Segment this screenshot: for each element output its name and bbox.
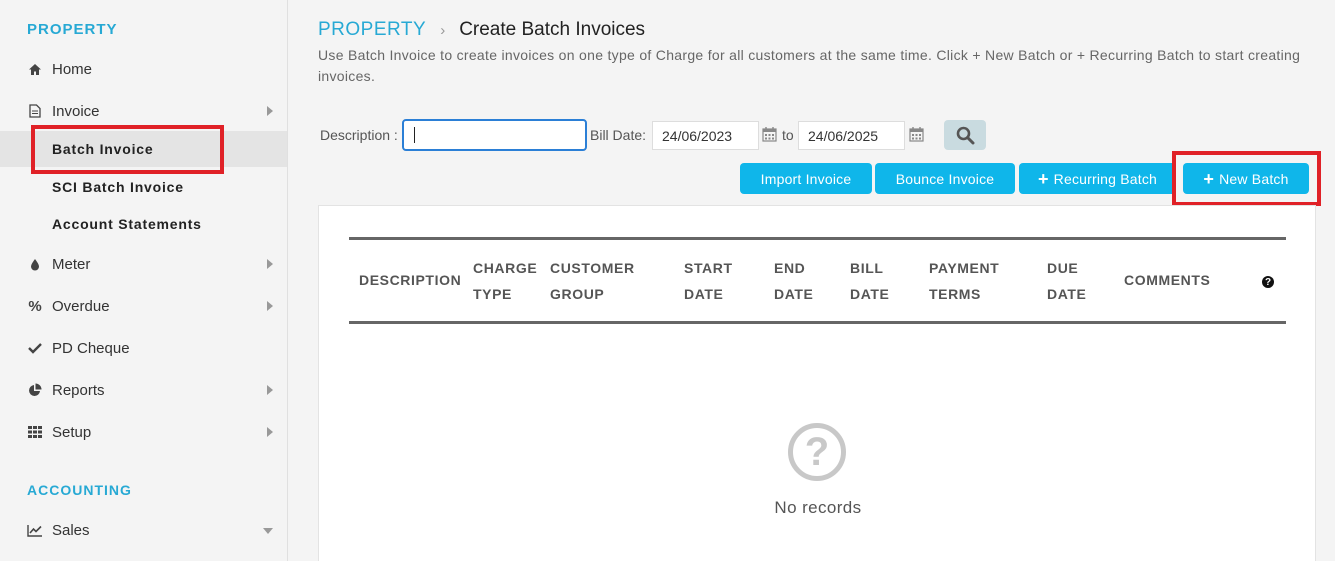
sidebar-item-label: Overdue bbox=[52, 297, 110, 315]
sidebar-item-home[interactable]: Home bbox=[0, 49, 287, 89]
description-label: Description : bbox=[320, 127, 398, 143]
sidebar-subitem-account-statements[interactable]: Account Statements bbox=[0, 206, 287, 242]
sidebar-item-label: Invoice bbox=[52, 102, 100, 120]
sidebar-item-pd-cheque[interactable]: PD Cheque bbox=[0, 328, 287, 368]
sidebar-subitem-batch-invoice[interactable]: Batch Invoice bbox=[0, 131, 287, 167]
drop-icon bbox=[26, 258, 44, 271]
check-icon bbox=[26, 342, 44, 354]
sidebar-item-overdue[interactable]: % Overdue bbox=[0, 286, 287, 326]
sidebar-item-label: Home bbox=[52, 60, 93, 78]
chevron-right-icon bbox=[267, 259, 273, 269]
sidebar-item-reports[interactable]: Reports bbox=[0, 370, 287, 410]
recurring-batch-button[interactable]: + Recurring Batch bbox=[1019, 163, 1176, 194]
chevron-right-icon bbox=[267, 385, 273, 395]
button-label: Recurring Batch bbox=[1053, 170, 1158, 187]
breadcrumb-root[interactable]: PROPERTY bbox=[318, 19, 426, 41]
new-batch-button[interactable]: + New Batch bbox=[1183, 163, 1309, 194]
sidebar-item-label: Meter bbox=[52, 255, 91, 273]
description-input[interactable] bbox=[402, 119, 587, 151]
bill-date-to-input[interactable]: 24/06/2025 bbox=[798, 121, 905, 150]
plus-icon: + bbox=[1037, 168, 1049, 189]
batch-table-panel: DESCRIPTION CHARGE TYPE CUSTOMER GROUP STA… bbox=[318, 205, 1316, 561]
column-header-comments[interactable]: COMMENTS bbox=[1124, 267, 1210, 293]
main-content: PROPERTY › Create Batch Invoices Use Bat… bbox=[288, 0, 1335, 561]
to-label: to bbox=[782, 127, 794, 143]
no-records-question-icon: ? bbox=[788, 423, 846, 481]
pie-chart-icon bbox=[26, 383, 44, 397]
sidebar-section-property: PROPERTY bbox=[27, 21, 118, 38]
line-chart-icon bbox=[26, 524, 44, 537]
chevron-down-icon bbox=[263, 528, 273, 534]
sidebar-item-sales[interactable]: Sales bbox=[0, 510, 287, 550]
breadcrumb-separator: › bbox=[440, 21, 446, 39]
column-header-charge-type[interactable]: CHARGE TYPE bbox=[473, 255, 537, 307]
column-header-end-date[interactable]: END DATE bbox=[774, 255, 813, 307]
sidebar-item-label: Setup bbox=[52, 423, 92, 441]
chevron-right-icon bbox=[267, 301, 273, 311]
search-icon bbox=[956, 126, 974, 144]
chevron-right-icon bbox=[267, 106, 273, 116]
column-header-description[interactable]: DESCRIPTION bbox=[359, 267, 461, 293]
grid-icon bbox=[26, 426, 44, 438]
column-header-bill-date[interactable]: BILL DATE bbox=[850, 255, 889, 307]
bounce-invoice-button[interactable]: Bounce Invoice bbox=[875, 163, 1015, 194]
sidebar-section-accounting: ACCOUNTING bbox=[27, 482, 132, 498]
bill-date-label: Bill Date: bbox=[590, 127, 647, 143]
calendar-icon[interactable] bbox=[909, 126, 924, 142]
column-header-payment-terms[interactable]: PAYMENT TERMS bbox=[929, 255, 999, 307]
column-header-customer-group[interactable]: CUSTOMER GROUP bbox=[550, 255, 635, 307]
sidebar-item-meter[interactable]: Meter bbox=[0, 244, 287, 284]
button-label: Bounce Invoice bbox=[895, 170, 995, 187]
page-description: Use Batch Invoice to create invoices on … bbox=[318, 47, 1301, 84]
empty-state-message: No records bbox=[774, 498, 862, 517]
bill-date-from-input[interactable]: 24/06/2023 bbox=[652, 121, 759, 150]
home-icon bbox=[26, 63, 44, 76]
search-button[interactable] bbox=[944, 120, 986, 150]
plus-icon: + bbox=[1203, 168, 1215, 189]
sidebar-item-label: Reports bbox=[52, 381, 105, 399]
chevron-right-icon bbox=[267, 427, 273, 437]
text-cursor bbox=[414, 127, 415, 143]
page-title: Create Batch Invoices bbox=[459, 19, 646, 40]
sidebar-item-invoice[interactable]: Invoice bbox=[0, 91, 287, 131]
calendar-icon[interactable] bbox=[762, 126, 777, 142]
sidebar-item-label: PD Cheque bbox=[52, 339, 130, 357]
column-header-due-date[interactable]: DUE DATE bbox=[1047, 255, 1086, 307]
sidebar: PROPERTY Home Invoice Batch Invoice SCI … bbox=[0, 0, 288, 561]
document-icon bbox=[26, 104, 44, 118]
sidebar-item-setup[interactable]: Setup bbox=[0, 412, 287, 452]
button-label: New Batch bbox=[1219, 170, 1289, 187]
column-header-start-date[interactable]: START DATE bbox=[684, 255, 733, 307]
help-icon[interactable]: ? bbox=[1262, 276, 1274, 288]
breadcrumb: PROPERTY › Create Batch Invoices bbox=[318, 19, 645, 41]
button-label: Import Invoice bbox=[760, 170, 852, 187]
sidebar-subitem-sci-batch-invoice[interactable]: SCI Batch Invoice bbox=[0, 169, 287, 205]
sidebar-item-label: Sales bbox=[52, 521, 90, 539]
import-invoice-button[interactable]: Import Invoice bbox=[740, 163, 872, 194]
percent-icon: % bbox=[28, 297, 42, 315]
table-header: DESCRIPTION CHARGE TYPE CUSTOMER GROUP STA… bbox=[349, 237, 1286, 324]
